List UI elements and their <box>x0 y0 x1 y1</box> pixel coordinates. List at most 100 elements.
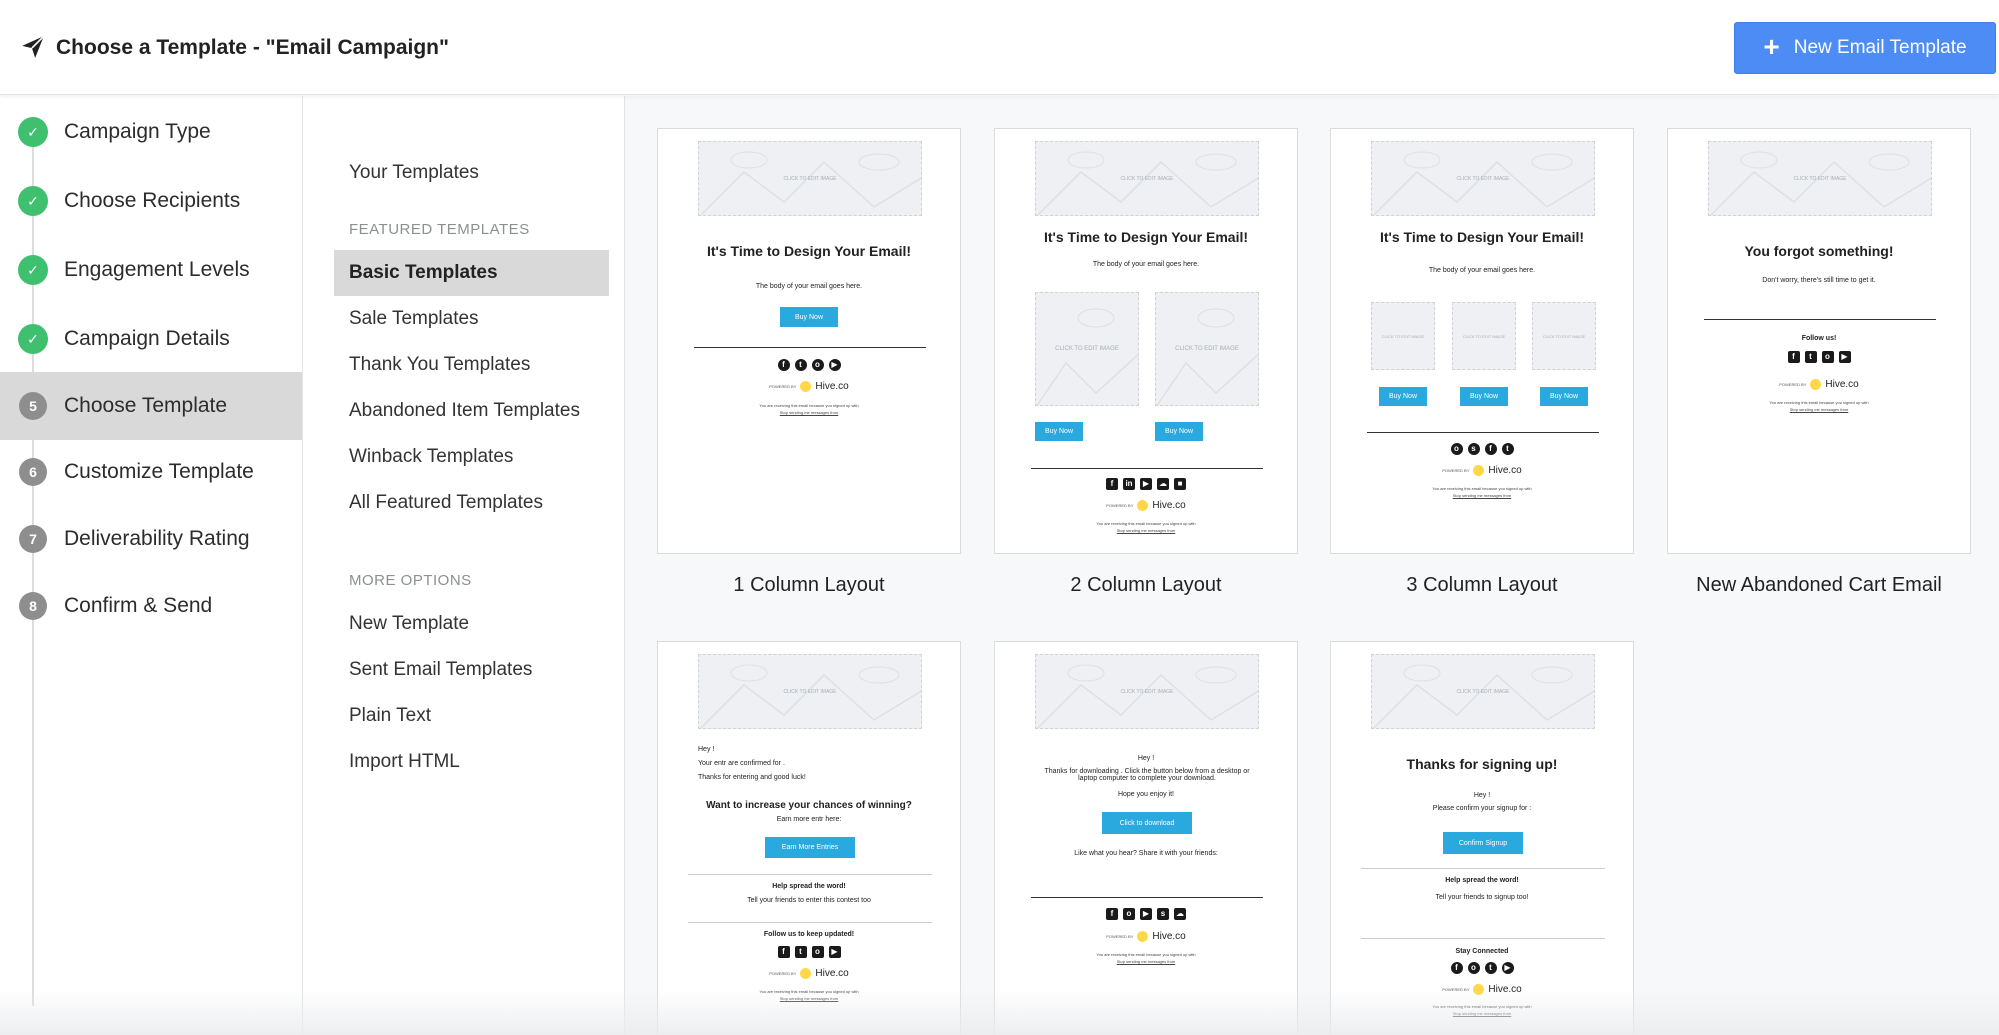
step-campaign-type[interactable]: ✓ Campaign Type <box>0 98 302 166</box>
step-deliverability-rating[interactable]: 7 Deliverability Rating <box>0 505 302 573</box>
powered-by-label: POWERED BY <box>1779 382 1807 387</box>
email-body: The body of your email goes here. <box>1428 267 1536 274</box>
divider <box>1031 897 1263 898</box>
hive-logo-icon <box>1137 931 1149 942</box>
confirm-signup-button: Confirm Signup <box>1443 832 1523 854</box>
divider <box>688 874 932 875</box>
footer-notice: You are receiving this email because you… <box>1432 1004 1532 1009</box>
menu-plain-text[interactable]: Plain Text <box>334 693 609 739</box>
step-number: 6 <box>19 458 47 486</box>
menu-all-featured-templates[interactable]: All Featured Templates <box>334 480 609 526</box>
menu-new-template[interactable]: New Template <box>334 601 609 647</box>
unsubscribe-link: Stop sending me messages from <box>1452 1011 1512 1016</box>
linkedin-icon: in <box>1123 478 1135 490</box>
powered-by: POWERED BY Hive.co <box>658 968 960 979</box>
hive-logo-icon <box>1473 465 1485 476</box>
step-choose-template[interactable]: 5 Choose Template <box>0 372 302 440</box>
menu-abandoned-item-templates[interactable]: Abandoned Item Templates <box>334 388 609 434</box>
email-line: Thanks for entering and good luck! <box>698 774 806 781</box>
buy-now-button: Buy Now <box>1540 387 1588 406</box>
buy-now-button: Buy Now <box>1379 387 1427 406</box>
step-campaign-details[interactable]: ✓ Campaign Details <box>0 305 302 373</box>
powered-by: POWERED BY Hive.co <box>1331 465 1633 476</box>
menu-winback-templates[interactable]: Winback Templates <box>334 434 609 480</box>
social-icons: o s f t <box>1331 443 1633 455</box>
step-label: Choose Template <box>64 394 228 417</box>
template-name: 2 Column Layout <box>1070 574 1222 596</box>
powered-by: POWERED BY Hive.co <box>1331 984 1633 995</box>
brand-name: Hive.co <box>815 968 849 979</box>
stay-connected-heading: Stay Connected <box>1455 948 1509 955</box>
share-text: Like what you hear? Share it with your f… <box>1074 850 1218 857</box>
paper-plane-icon <box>22 35 45 58</box>
divider <box>1704 319 1936 320</box>
instagram-icon: o <box>1123 908 1135 920</box>
template-card-download[interactable]: CLICK TO EDIT IMAGE Hey ! Thanks for dow… <box>994 641 1298 1035</box>
unsubscribe-link: Stop sending me messages from <box>1116 528 1176 533</box>
template-card-2-column[interactable]: CLICK TO EDIT IMAGE It's Time to Design … <box>994 128 1298 554</box>
hive-logo-icon <box>1810 379 1822 390</box>
template-card-abandoned-cart[interactable]: CLICK TO EDIT IMAGE You forgot something… <box>1667 128 1971 554</box>
unsubscribe-link: Stop sending me messages from <box>1452 493 1512 498</box>
template-card-contest-entry[interactable]: CLICK TO EDIT IMAGE Hey ! Your entr are … <box>657 641 961 1035</box>
template-card-3-column[interactable]: CLICK TO EDIT IMAGE It's Time to Design … <box>1330 128 1634 554</box>
brand-name: Hive.co <box>815 381 849 392</box>
template-card-signup-confirm[interactable]: CLICK TO EDIT IMAGE Thanks for signing u… <box>1330 641 1634 1035</box>
footer-notice: You are receiving this email because you… <box>759 403 859 408</box>
hero-image-placeholder: CLICK TO EDIT IMAGE <box>1371 654 1595 729</box>
template-name: 1 Column Layout <box>733 574 885 596</box>
earn-more-entries-button: Earn More Entries <box>765 837 855 858</box>
menu-sent-email-templates[interactable]: Sent Email Templates <box>334 647 609 693</box>
image-label: CLICK TO EDIT IMAGE <box>1055 346 1119 352</box>
footer-notice: You are receiving this email because you… <box>759 989 859 994</box>
email-body: The body of your email goes here. <box>755 283 863 290</box>
spread-heading: Help spread the word! <box>772 883 846 890</box>
check-icon: ✓ <box>18 255 48 285</box>
soundcloud-icon: ☁ <box>1174 908 1186 920</box>
brand-name: Hive.co <box>1488 984 1522 995</box>
hero-label: CLICK TO EDIT IMAGE <box>1120 688 1174 695</box>
featured-templates-heading: FEATURED TEMPLATES <box>349 221 530 238</box>
facebook-icon: f <box>1106 908 1118 920</box>
template-card-1-column[interactable]: CLICK TO EDIT IMAGE It's Time to Design … <box>657 128 961 554</box>
template-name: New Abandoned Cart Email <box>1696 574 1942 596</box>
footer-notice: You are receiving this email because you… <box>1096 952 1196 957</box>
menu-sale-templates[interactable]: Sale Templates <box>334 296 609 342</box>
step-customize-template[interactable]: 6 Customize Template <box>0 438 302 506</box>
powered-by-label: POWERED BY <box>1106 934 1134 939</box>
column-image-placeholder: CLICK TO EDIT IMAGE <box>1155 292 1259 406</box>
template-category-menu: Your Templates FEATURED TEMPLATES Basic … <box>303 96 625 1035</box>
social-icons: f o ▶ s ☁ <box>995 908 1297 920</box>
email-headline: You forgot something! <box>1744 243 1894 259</box>
unsubscribe-link: Stop sending me messages from <box>1116 959 1176 964</box>
step-confirm-send[interactable]: 8 Confirm & Send <box>0 572 302 640</box>
spread-text: Tell your friends to enter this contest … <box>747 897 871 904</box>
menu-your-templates[interactable]: Your Templates <box>334 150 609 196</box>
menu-import-html[interactable]: Import HTML <box>334 739 609 785</box>
email-line: Thanks for downloading . Click the butto… <box>1044 768 1250 782</box>
step-choose-recipients[interactable]: ✓ Choose Recipients <box>0 167 302 235</box>
step-engagement-levels[interactable]: ✓ Engagement Levels <box>0 236 302 304</box>
hero-image-placeholder: CLICK TO EDIT IMAGE <box>1035 654 1259 729</box>
menu-basic-templates[interactable]: Basic Templates <box>334 250 609 296</box>
youtube-icon: ▶ <box>828 946 841 958</box>
step-label: Customize Template <box>64 460 254 483</box>
step-label: Engagement Levels <box>64 258 250 281</box>
more-options-heading: MORE OPTIONS <box>349 572 472 589</box>
new-email-template-label: New Email Template <box>1793 37 1967 58</box>
check-icon: ✓ <box>18 186 48 216</box>
brand-name: Hive.co <box>1825 379 1859 390</box>
powered-by-label: POWERED BY <box>1442 468 1470 473</box>
menu-thank-you-templates[interactable]: Thank You Templates <box>334 342 609 388</box>
twitter-icon: t <box>794 946 807 958</box>
snapchat-icon: s <box>1157 908 1169 920</box>
step-label: Campaign Details <box>64 327 230 350</box>
check-icon: ✓ <box>18 324 48 354</box>
page-title: Choose a Template - "Email Campaign" <box>56 36 449 59</box>
email-body: Earn more entr here: <box>776 816 842 823</box>
column-image-placeholder: CLICK TO EDIT IMAGE <box>1371 302 1435 370</box>
new-email-template-button[interactable]: + New Email Template <box>1734 22 1996 74</box>
email-headline: Want to increase your chances of winning… <box>706 800 912 811</box>
click-to-download-button: Click to download <box>1102 812 1192 834</box>
email-body: Don't worry, there's still time to get i… <box>1762 277 1876 284</box>
